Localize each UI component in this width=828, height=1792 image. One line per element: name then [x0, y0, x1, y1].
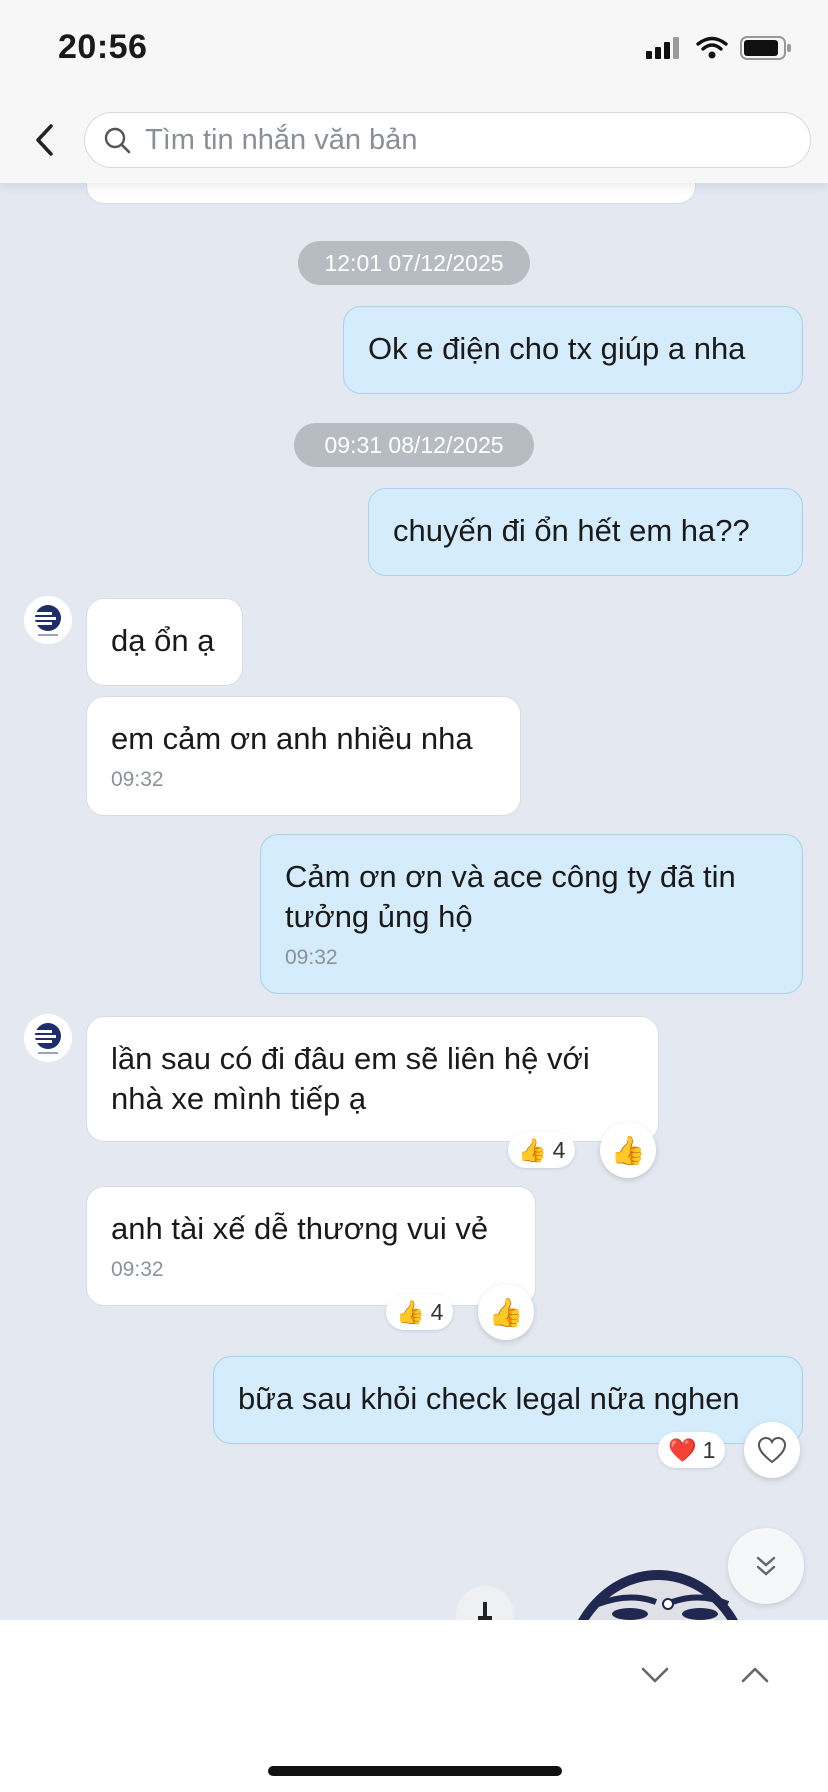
incoming-message[interactable]: em cảm ơn anh nhiều nha 09:32 [86, 696, 521, 816]
incoming-message[interactable]: anh tài xế dễ thương vui vẻ 09:32 [86, 1186, 536, 1306]
chevron-up-icon [741, 1667, 769, 1683]
message-text: anh tài xế dễ thương vui vẻ [111, 1211, 489, 1246]
thumbs-up-icon: 👍 [488, 1296, 524, 1328]
search-bar[interactable] [84, 112, 811, 168]
thumbs-up-icon: 👍 [396, 1298, 425, 1325]
reaction-summary[interactable]: 👍 4 [508, 1132, 576, 1168]
header: 20:56 [0, 0, 828, 183]
reaction-summary[interactable]: 👍 4 [386, 1294, 454, 1330]
next-result-button[interactable] [630, 1650, 680, 1700]
reaction-summary[interactable]: ❤️ 1 [658, 1432, 726, 1468]
thumbs-up-icon: 👍 [610, 1134, 646, 1166]
message-text: Ok e điện cho tx giúp a nha [368, 331, 746, 366]
contact-avatar[interactable] [24, 596, 72, 644]
message-text-line: lần sau có đi đâu em sẽ liên hệ với [111, 1041, 590, 1076]
previous-result-button[interactable] [730, 1650, 780, 1700]
company-logo-icon [34, 605, 61, 636]
message-time: 09:32 [111, 768, 164, 791]
reaction-count: 4 [430, 1298, 444, 1325]
incoming-message[interactable]: lần sau có đi đâu em sẽ liên hệ với nhà … [86, 1016, 659, 1142]
battery-icon [740, 36, 791, 60]
company-logo-icon [34, 1023, 61, 1054]
outgoing-message[interactable]: chuyến đi ổn hết em ha?? [368, 488, 803, 576]
outgoing-message[interactable]: Ok e điện cho tx giúp a nha [343, 306, 803, 394]
message-text: dạ ổn ạ [111, 623, 215, 658]
message-text: em cảm ơn anh nhiều nha [111, 721, 473, 756]
status-icons [646, 36, 792, 60]
chat-area[interactable]: 12:01 07/12/2025 Ok e điện cho tx giúp a… [0, 0, 828, 1682]
heart-outline-icon [757, 1436, 787, 1464]
outgoing-message[interactable]: Cảm ơn ơn và ace công ty đã tin tưởng ủn… [260, 834, 803, 994]
date-stamp: 12:01 07/12/2025 [298, 241, 530, 285]
home-indicator [268, 1766, 562, 1776]
message-text: bữa sau khỏi check legal nữa nghen [238, 1381, 740, 1416]
double-chevron-down-icon [756, 1556, 776, 1576]
search-navigation-bar [0, 1620, 828, 1792]
message-time: 09:32 [111, 1258, 164, 1281]
message-text: chuyến đi ổn hết em ha?? [393, 513, 750, 548]
status-time: 20:56 [58, 28, 148, 66]
search-input[interactable] [145, 123, 745, 157]
chevron-left-icon [36, 124, 53, 156]
reaction-count: 4 [552, 1136, 566, 1163]
thumbs-up-icon: 👍 [518, 1136, 547, 1163]
chevron-down-icon [641, 1667, 669, 1683]
back-button[interactable] [24, 118, 64, 162]
message-text-line: Cảm ơn ơn và ace công ty đã tin [285, 859, 736, 894]
react-button[interactable] [744, 1422, 800, 1478]
react-button[interactable]: 👍 [600, 1122, 656, 1178]
contact-avatar[interactable] [24, 1014, 72, 1062]
reaction-count: 1 [702, 1436, 716, 1463]
react-button[interactable]: 👍 [478, 1284, 534, 1340]
message-text-line: nhà xe mình tiếp ạ [111, 1081, 367, 1116]
search-icon [104, 127, 131, 154]
message-text-line: tưởng ủng hộ [285, 899, 473, 934]
incoming-message[interactable]: dạ ổn ạ [86, 598, 243, 686]
signal-icon [646, 37, 679, 59]
heart-icon: ❤️ [668, 1436, 697, 1463]
outgoing-message[interactable]: bữa sau khỏi check legal nữa nghen [213, 1356, 803, 1444]
wifi-icon [696, 36, 728, 59]
date-stamp: 09:31 08/12/2025 [294, 423, 534, 467]
message-time: 09:32 [285, 946, 338, 969]
